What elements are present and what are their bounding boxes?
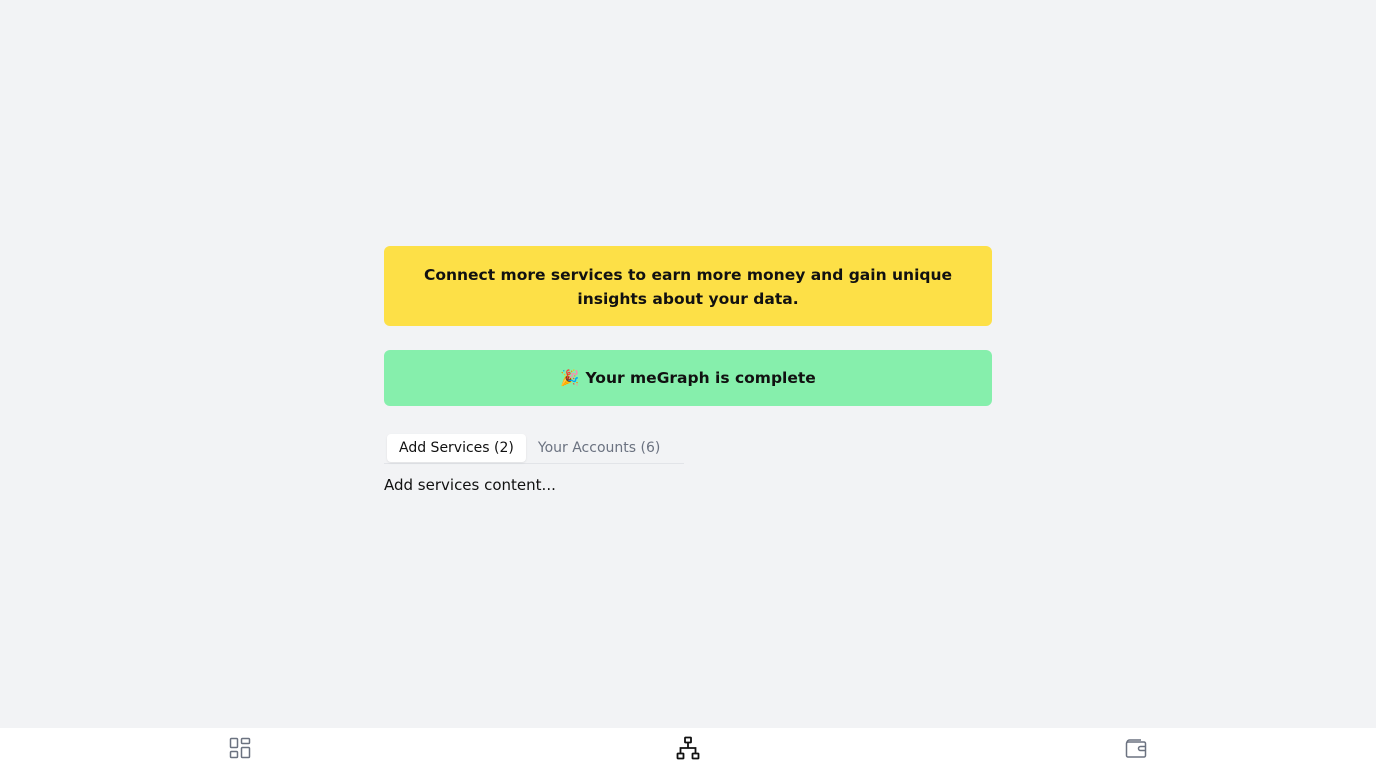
content-column: Connect more services to earn more money… (384, 246, 992, 494)
nav-dashboard-button[interactable] (228, 736, 252, 760)
connect-services-banner: Connect more services to earn more money… (384, 246, 992, 326)
bottom-navigation (0, 728, 1376, 768)
connect-services-message: Connect more services to earn more money… (423, 266, 953, 308)
dashboard-grid-icon (229, 737, 251, 759)
tab-panel-content: Add services content... (384, 476, 556, 494)
network-graph-icon (676, 736, 700, 760)
megraph-complete-banner: 🎉 Your meGraph is complete (384, 350, 992, 406)
megraph-complete-message: Your meGraph is complete (585, 369, 816, 387)
tab-add-services[interactable]: Add Services (2) (387, 433, 526, 462)
nav-graph-button[interactable] (676, 736, 700, 760)
main-area: Connect more services to earn more money… (0, 0, 1376, 728)
nav-wallet-button[interactable] (1124, 736, 1148, 760)
wallet-icon (1125, 739, 1147, 758)
tab-list: Add Services (2) Your Accounts (6) (384, 432, 685, 464)
party-popper-icon: 🎉 (560, 369, 580, 387)
tab-your-accounts[interactable]: Your Accounts (6) (526, 434, 672, 462)
